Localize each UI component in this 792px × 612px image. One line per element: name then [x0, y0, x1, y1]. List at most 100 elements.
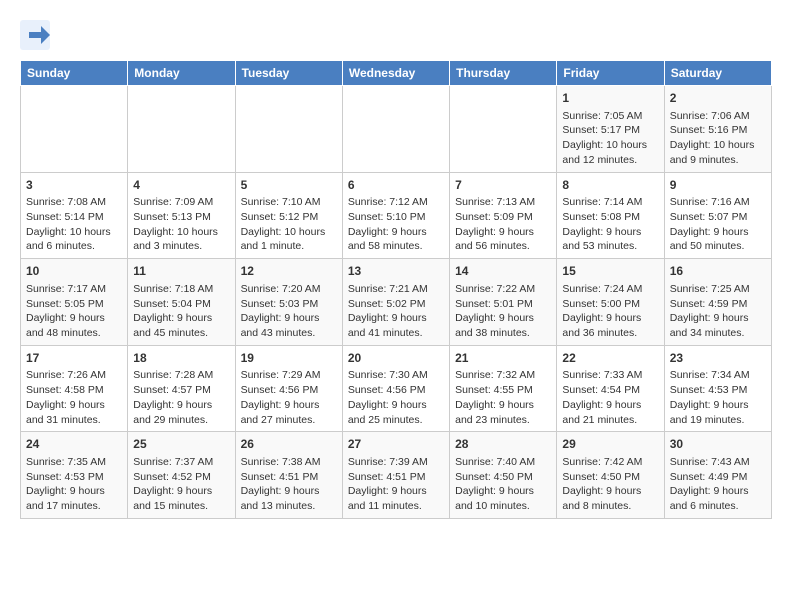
day-info: Sunset: 4:53 PM [26, 470, 122, 485]
day-info: Sunset: 4:53 PM [670, 383, 766, 398]
day-info: Sunrise: 7:43 AM [670, 455, 766, 470]
day-info: Sunset: 5:05 PM [26, 297, 122, 312]
calendar-cell: 11Sunrise: 7:18 AMSunset: 5:04 PMDayligh… [128, 259, 235, 346]
weekday-header-friday: Friday [557, 61, 664, 86]
calendar-cell: 20Sunrise: 7:30 AMSunset: 4:56 PMDayligh… [342, 345, 449, 432]
day-info: Daylight: 10 hours and 12 minutes. [562, 138, 658, 167]
calendar-cell: 23Sunrise: 7:34 AMSunset: 4:53 PMDayligh… [664, 345, 771, 432]
day-number: 27 [348, 436, 444, 453]
calendar-cell: 29Sunrise: 7:42 AMSunset: 4:50 PMDayligh… [557, 432, 664, 519]
calendar-cell [342, 86, 449, 173]
day-info: Sunrise: 7:18 AM [133, 282, 229, 297]
day-info: Sunset: 4:56 PM [241, 383, 337, 398]
calendar-week-4: 24Sunrise: 7:35 AMSunset: 4:53 PMDayligh… [21, 432, 772, 519]
calendar-header: SundayMondayTuesdayWednesdayThursdayFrid… [21, 61, 772, 86]
calendar-week-0: 1Sunrise: 7:05 AMSunset: 5:17 PMDaylight… [21, 86, 772, 173]
calendar-cell: 17Sunrise: 7:26 AMSunset: 4:58 PMDayligh… [21, 345, 128, 432]
day-info: Daylight: 9 hours and 29 minutes. [133, 398, 229, 427]
day-info: Daylight: 9 hours and 31 minutes. [26, 398, 122, 427]
weekday-header-thursday: Thursday [450, 61, 557, 86]
day-info: Sunrise: 7:08 AM [26, 195, 122, 210]
day-info: Daylight: 9 hours and 25 minutes. [348, 398, 444, 427]
calendar-cell: 16Sunrise: 7:25 AMSunset: 4:59 PMDayligh… [664, 259, 771, 346]
calendar-cell: 27Sunrise: 7:39 AMSunset: 4:51 PMDayligh… [342, 432, 449, 519]
day-info: Daylight: 9 hours and 21 minutes. [562, 398, 658, 427]
calendar-cell: 30Sunrise: 7:43 AMSunset: 4:49 PMDayligh… [664, 432, 771, 519]
calendar-cell: 7Sunrise: 7:13 AMSunset: 5:09 PMDaylight… [450, 172, 557, 259]
calendar-cell: 19Sunrise: 7:29 AMSunset: 4:56 PMDayligh… [235, 345, 342, 432]
weekday-header-saturday: Saturday [664, 61, 771, 86]
day-info: Daylight: 9 hours and 50 minutes. [670, 225, 766, 254]
day-info: Sunrise: 7:17 AM [26, 282, 122, 297]
day-info: Sunrise: 7:10 AM [241, 195, 337, 210]
day-number: 20 [348, 350, 444, 367]
day-info: Daylight: 9 hours and 53 minutes. [562, 225, 658, 254]
day-info: Sunset: 5:17 PM [562, 123, 658, 138]
calendar-cell [128, 86, 235, 173]
calendar-cell: 13Sunrise: 7:21 AMSunset: 5:02 PMDayligh… [342, 259, 449, 346]
day-info: Sunrise: 7:40 AM [455, 455, 551, 470]
calendar-cell: 24Sunrise: 7:35 AMSunset: 4:53 PMDayligh… [21, 432, 128, 519]
day-info: Sunset: 5:08 PM [562, 210, 658, 225]
day-number: 7 [455, 177, 551, 194]
day-info: Sunset: 4:51 PM [348, 470, 444, 485]
day-info: Sunset: 4:58 PM [26, 383, 122, 398]
day-number: 8 [562, 177, 658, 194]
day-number: 29 [562, 436, 658, 453]
day-number: 23 [670, 350, 766, 367]
day-info: Sunrise: 7:16 AM [670, 195, 766, 210]
weekday-header-sunday: Sunday [21, 61, 128, 86]
weekday-header-row: SundayMondayTuesdayWednesdayThursdayFrid… [21, 61, 772, 86]
day-info: Sunset: 4:57 PM [133, 383, 229, 398]
day-number: 15 [562, 263, 658, 280]
calendar-cell [450, 86, 557, 173]
day-info: Sunrise: 7:14 AM [562, 195, 658, 210]
day-number: 5 [241, 177, 337, 194]
page-header [20, 20, 772, 50]
day-number: 14 [455, 263, 551, 280]
day-info: Sunset: 5:07 PM [670, 210, 766, 225]
day-info: Sunrise: 7:24 AM [562, 282, 658, 297]
day-info: Sunrise: 7:42 AM [562, 455, 658, 470]
day-info: Daylight: 9 hours and 15 minutes. [133, 484, 229, 513]
day-number: 28 [455, 436, 551, 453]
calendar-cell: 21Sunrise: 7:32 AMSunset: 4:55 PMDayligh… [450, 345, 557, 432]
calendar-cell: 8Sunrise: 7:14 AMSunset: 5:08 PMDaylight… [557, 172, 664, 259]
calendar-cell: 26Sunrise: 7:38 AMSunset: 4:51 PMDayligh… [235, 432, 342, 519]
day-info: Sunrise: 7:20 AM [241, 282, 337, 297]
day-info: Daylight: 9 hours and 34 minutes. [670, 311, 766, 340]
day-info: Sunrise: 7:25 AM [670, 282, 766, 297]
day-number: 12 [241, 263, 337, 280]
calendar-cell: 15Sunrise: 7:24 AMSunset: 5:00 PMDayligh… [557, 259, 664, 346]
day-info: Sunrise: 7:22 AM [455, 282, 551, 297]
calendar-cell: 10Sunrise: 7:17 AMSunset: 5:05 PMDayligh… [21, 259, 128, 346]
day-info: Daylight: 9 hours and 13 minutes. [241, 484, 337, 513]
day-info: Daylight: 10 hours and 3 minutes. [133, 225, 229, 254]
day-info: Sunset: 4:55 PM [455, 383, 551, 398]
day-number: 30 [670, 436, 766, 453]
day-number: 16 [670, 263, 766, 280]
day-number: 18 [133, 350, 229, 367]
day-info: Sunrise: 7:33 AM [562, 368, 658, 383]
day-info: Daylight: 9 hours and 45 minutes. [133, 311, 229, 340]
logo-icon [20, 20, 50, 50]
day-number: 17 [26, 350, 122, 367]
day-info: Daylight: 9 hours and 27 minutes. [241, 398, 337, 427]
day-info: Sunrise: 7:21 AM [348, 282, 444, 297]
day-number: 4 [133, 177, 229, 194]
day-info: Daylight: 9 hours and 17 minutes. [26, 484, 122, 513]
day-number: 25 [133, 436, 229, 453]
day-info: Sunset: 5:04 PM [133, 297, 229, 312]
day-info: Sunrise: 7:05 AM [562, 109, 658, 124]
calendar-cell: 6Sunrise: 7:12 AMSunset: 5:10 PMDaylight… [342, 172, 449, 259]
day-info: Sunrise: 7:29 AM [241, 368, 337, 383]
day-number: 19 [241, 350, 337, 367]
day-info: Daylight: 9 hours and 58 minutes. [348, 225, 444, 254]
day-info: Daylight: 9 hours and 38 minutes. [455, 311, 551, 340]
day-info: Sunrise: 7:06 AM [670, 109, 766, 124]
day-info: Daylight: 10 hours and 9 minutes. [670, 138, 766, 167]
day-info: Sunrise: 7:09 AM [133, 195, 229, 210]
calendar-cell: 9Sunrise: 7:16 AMSunset: 5:07 PMDaylight… [664, 172, 771, 259]
day-number: 22 [562, 350, 658, 367]
day-info: Daylight: 9 hours and 10 minutes. [455, 484, 551, 513]
